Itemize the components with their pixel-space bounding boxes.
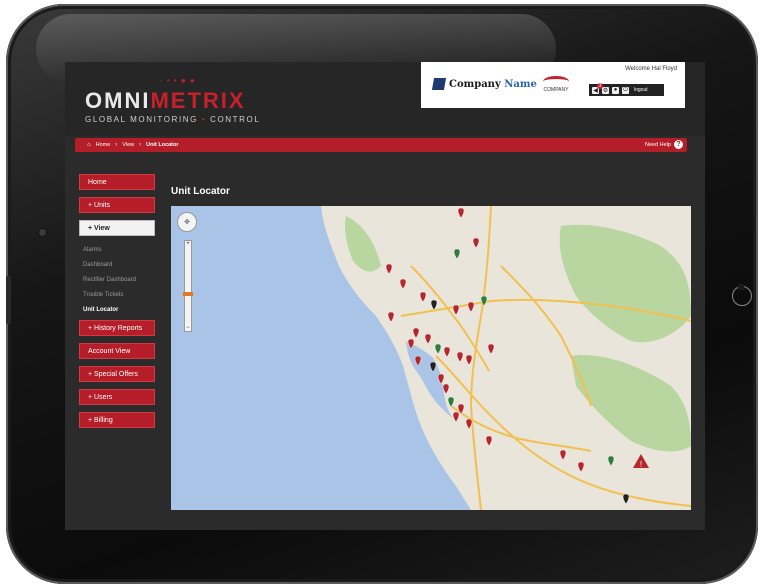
need-help-link[interactable]: Need Help ? [645,140,683,149]
unit-locator-map[interactable]: ! ✥ + − [171,206,691,510]
company-name-text: Company Name [449,78,537,90]
welcome-text: Welcome Hal Floyd [625,66,677,72]
breadcrumb-separator: › [139,142,142,148]
app-header: · · • • ● ● OMNIMETRIX GLOBAL MONITORING… [65,62,705,152]
company-secondary-logo: COMPANY [541,76,571,93]
tablet-power-icon[interactable] [732,284,752,306]
sidebar-sub-alarms[interactable]: Alarms [79,243,155,258]
sidebar-sub-unit-locator[interactable]: Unit Locator [79,303,155,318]
gear-icon[interactable]: ⚙ [602,86,609,94]
omnimetrix-logo[interactable]: OMNIMETRIX GLOBAL MONITORING • CONTROL [85,88,260,124]
company-mark-icon [431,78,447,90]
swoosh-icon [543,76,569,87]
sidebar-item-units[interactable]: + Units [79,197,155,213]
tablet-side-button [6,276,11,324]
breadcrumb-home[interactable]: Home [96,142,111,148]
zoom-slider[interactable]: + − [183,240,193,332]
alert-glyph: ! [640,460,642,469]
speaker-icon[interactable]: ◀ 3 [592,82,603,94]
company2-label: COMPANY [543,87,569,93]
zoom-in-button[interactable]: + [185,241,191,247]
sidebar-item-billing[interactable]: + Billing [79,412,155,428]
partner-brand-box: Welcome Hal Floyd Company Name COMPANY ◀… [421,62,685,108]
logo-tagline: GLOBAL MONITORING • CONTROL [85,115,261,124]
page-title: Unit Locator [171,186,230,197]
sidebar-nav: Home + Units + View Alarms Dashboard Rec… [79,174,155,435]
logo-dots-decoration: · · • • ● ● [153,76,196,85]
app-screen: · · • • ● ● OMNIMETRIX GLOBAL MONITORING… [65,62,705,530]
user-icon[interactable]: ● [612,86,619,94]
sidebar-item-users[interactable]: + Users [79,389,155,405]
home-icon[interactable]: ⌂ [87,142,91,148]
sidebar-item-special-offers[interactable]: + Special Offers [79,366,155,382]
sidebar-sub-rectifier-dashboard[interactable]: Rectifier Dashboard [79,273,155,288]
notification-badge: 3 [597,82,603,89]
logo-wordmark: OMNIMETRIX [85,88,246,113]
zoom-out-button[interactable]: − [185,325,191,331]
sidebar-sub-trouble-tickets[interactable]: Trouble Tickets [79,288,155,303]
sidebar-item-history-reports[interactable]: + History Reports [79,320,155,336]
logout-link[interactable]: logout [634,87,648,93]
breadcrumb: ⌂ Home › View › Unit Locator Need Help ? [75,138,687,152]
map-zoom-control: ✥ + − [177,212,197,332]
sidebar-item-view[interactable]: + View [79,220,155,236]
breadcrumb-view[interactable]: View [122,142,134,148]
tablet-camera [39,229,46,236]
pan-control-icon[interactable]: ✥ [177,212,197,232]
zoom-slider-thumb[interactable] [183,292,193,296]
help-icon: ? [674,140,683,149]
user-toolbar: ◀ 3 ⚙ ● ⏻ logout [589,82,664,96]
sidebar-item-account-view[interactable]: Account View [79,343,155,359]
breadcrumb-separator: › [115,142,118,148]
sidebar-item-home[interactable]: Home [79,174,155,190]
breadcrumb-current: Unit Locator [146,142,179,148]
sidebar-sub-dashboard[interactable]: Dashboard [79,258,155,273]
map-canvas[interactable]: ! [171,206,691,510]
need-help-label: Need Help [645,141,671,148]
company-name-logo: Company Name [431,78,537,90]
power-icon[interactable]: ⏻ [622,86,629,94]
